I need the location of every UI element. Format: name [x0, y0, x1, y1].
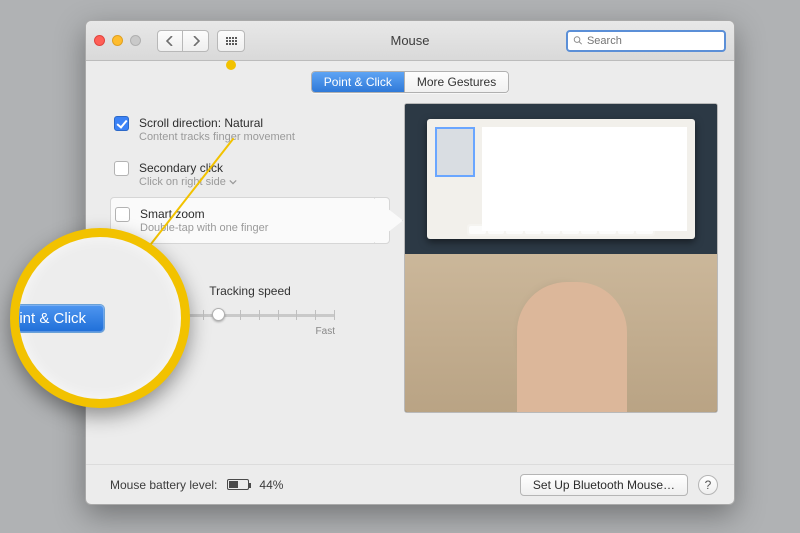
forward-button[interactable] — [183, 30, 209, 52]
option-subtitle: Content tracks finger movement — [139, 131, 295, 143]
minimize-icon[interactable] — [112, 35, 123, 46]
option-scroll-direction[interactable]: Scroll direction: Natural Content tracks… — [110, 107, 390, 152]
close-icon[interactable] — [94, 35, 105, 46]
grid-icon — [226, 37, 237, 45]
battery-fill — [229, 481, 238, 488]
option-secondary-click[interactable]: Secondary click Click on right side — [110, 152, 390, 197]
tab-row: Point & Click More Gestures — [86, 61, 734, 99]
callout-anchor-dot — [226, 60, 236, 70]
checkbox-smart-zoom[interactable] — [115, 207, 130, 222]
preview-thumbnail — [435, 127, 475, 177]
show-all-button[interactable] — [217, 30, 245, 52]
checkbox-scroll-direction[interactable] — [114, 116, 129, 131]
back-button[interactable] — [157, 30, 183, 52]
window-controls — [94, 35, 141, 46]
preview-document — [482, 127, 687, 231]
option-title: Smart zoom — [140, 207, 268, 221]
slider-knob[interactable] — [212, 308, 225, 321]
zoom-icon — [130, 35, 141, 46]
callout-magnifier: Point & Click — [10, 228, 190, 408]
option-subtitle: Click on right side — [139, 176, 237, 188]
tab-more-gestures[interactable]: More Gestures — [404, 72, 508, 92]
tracking-speed-slider[interactable] — [165, 306, 335, 324]
option-title: Scroll direction: Natural — [139, 116, 295, 130]
footer: Mouse battery level: 44% Set Up Bluetoot… — [86, 464, 734, 504]
search-input[interactable] — [587, 35, 719, 47]
option-subtitle-text: Click on right side — [139, 176, 226, 188]
setup-bluetooth-mouse-button[interactable]: Set Up Bluetooth Mouse… — [520, 474, 688, 496]
battery-label: Mouse battery level: — [110, 478, 217, 492]
chevron-right-icon — [192, 36, 200, 46]
nav-group — [157, 30, 209, 52]
battery-percent: 44% — [259, 478, 283, 492]
chevron-left-icon — [166, 36, 174, 46]
help-button[interactable]: ? — [698, 475, 718, 495]
preview-hand — [517, 282, 627, 413]
gesture-preview — [404, 103, 718, 413]
search-field[interactable] — [566, 30, 726, 52]
preview-desk-area — [405, 254, 717, 413]
tab-point-and-click[interactable]: Point & Click — [312, 72, 404, 92]
option-title: Secondary click — [139, 161, 237, 175]
segmented-control: Point & Click More Gestures — [311, 71, 509, 93]
slider-max-label: Fast — [316, 326, 335, 337]
checkbox-secondary-click[interactable] — [114, 161, 129, 176]
chevron-down-icon[interactable] — [229, 178, 237, 186]
search-icon — [573, 35, 583, 46]
titlebar: Mouse — [86, 21, 734, 61]
preview-screen-area — [405, 104, 717, 254]
main-content: Scroll direction: Natural Content tracks… — [86, 99, 734, 464]
callout-highlight-tab: Point & Click — [10, 305, 104, 332]
option-text: Scroll direction: Natural Content tracks… — [139, 116, 295, 143]
preview-dock — [467, 224, 655, 236]
battery-icon — [227, 479, 249, 490]
preview-screen — [427, 119, 695, 239]
preferences-window: Mouse Point & Click More Gestures Scroll… — [85, 20, 735, 505]
slider-ticks — [165, 310, 335, 320]
option-text: Secondary click Click on right side — [139, 161, 237, 188]
option-smart-zoom[interactable]: Smart zoom Double-tap with one finger — [110, 197, 390, 244]
